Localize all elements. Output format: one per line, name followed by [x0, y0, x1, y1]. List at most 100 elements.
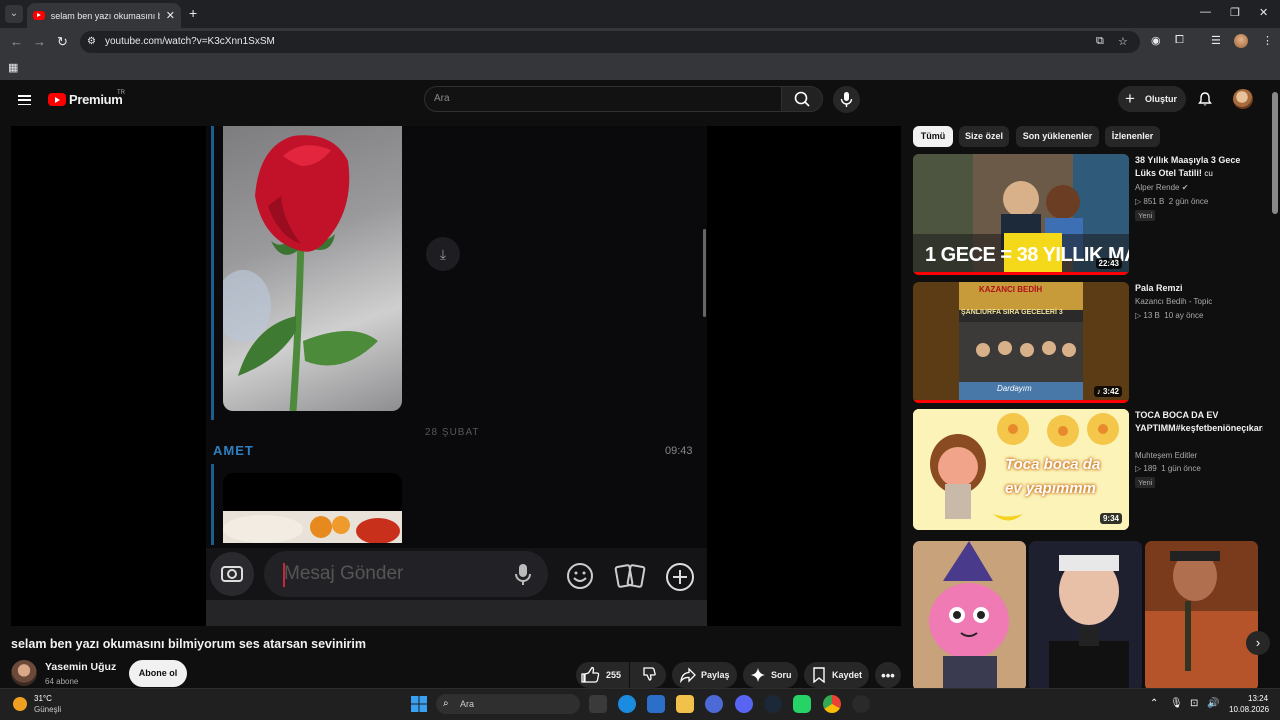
sparkle-icon	[751, 668, 765, 682]
discord-icon[interactable]	[735, 695, 753, 713]
video-frame-bottom	[206, 600, 707, 626]
new-tab-button[interactable]: +	[189, 5, 197, 21]
dislike-button[interactable]	[630, 662, 666, 688]
show-hidden-icons[interactable]: ⌃	[1150, 698, 1158, 709]
short-image	[913, 541, 1026, 691]
chip-for-you[interactable]: Size özel	[959, 126, 1009, 147]
apps-grid-icon[interactable]: ▦	[8, 61, 18, 74]
app-icon[interactable]	[852, 695, 870, 713]
address-bar[interactable]: ⚙ youtube.com/watch?v=K3cXnn1SxSM ⧉ ☆	[80, 31, 1140, 53]
browser-tab[interactable]: selam ben yazı okumasını bilmiyorum ses …	[27, 3, 181, 28]
related-title[interactable]: TOCA BOCA DA EV YAPTIMM#keşfetbeniöneçık…	[1135, 409, 1263, 448]
taskbar-search[interactable]	[436, 694, 580, 714]
edge-browser-icon[interactable]	[618, 695, 636, 713]
microphone-tray-icon[interactable]: 🎙	[1170, 698, 1183, 709]
file-explorer-icon[interactable]	[676, 695, 694, 713]
short-image	[1145, 541, 1258, 691]
search-input[interactable]	[424, 86, 782, 112]
weather-temperature[interactable]: 31°C	[34, 694, 52, 703]
minimize-window-button[interactable]: —	[1200, 6, 1211, 18]
more-actions-button[interactable]: •••	[875, 662, 901, 688]
store-icon[interactable]	[647, 695, 665, 713]
sun-icon[interactable]	[13, 697, 27, 711]
search-icon	[794, 91, 810, 107]
back-button[interactable]: ←	[10, 34, 23, 49]
reading-list-icon[interactable]: ☰	[1211, 34, 1221, 47]
weather-condition[interactable]: Güneşli	[34, 705, 61, 714]
app-icon[interactable]	[705, 695, 723, 713]
related-title[interactable]: Pala Remzi	[1135, 282, 1263, 295]
steam-icon[interactable]	[764, 695, 782, 713]
ask-button[interactable]: Soru	[743, 662, 798, 688]
reply-line	[211, 126, 214, 420]
browser-menu-icon[interactable]: ⋮	[1262, 34, 1273, 47]
clock-date[interactable]: 10.08.2026	[1229, 705, 1269, 714]
chrome-icon[interactable]	[823, 695, 841, 713]
related-stats: ▷ 851 B 2 gün önce	[1135, 197, 1209, 206]
extensions-puzzle-icon[interactable]: ⧠	[1175, 34, 1184, 47]
food-image	[223, 473, 402, 543]
channel-avatar[interactable]	[11, 660, 37, 686]
next-shorts-button[interactable]: ›	[1246, 631, 1270, 655]
share-button[interactable]: Paylaş	[672, 662, 737, 688]
task-view-icon[interactable]	[589, 695, 607, 713]
close-window-button[interactable]: ✕	[1259, 6, 1268, 19]
short-thumbnail[interactable]	[1145, 541, 1258, 691]
clock-time[interactable]: 13:24	[1248, 694, 1268, 703]
related-title[interactable]: 38 Yıllık Maaşıyla 3 Gece Lüks Otel Tati…	[1135, 154, 1263, 180]
add-circle-icon	[665, 562, 695, 598]
channel-name[interactable]: Yasemin Uğuz	[45, 661, 116, 673]
save-button[interactable]: Kaydet	[804, 662, 869, 688]
short-thumbnail[interactable]	[913, 541, 1026, 691]
related-thumbnail[interactable]: Toca boca da ev yapımmm 9:34	[913, 409, 1129, 530]
extension-icon[interactable]: ◉	[1151, 34, 1161, 47]
related-thumbnail[interactable]: KAZANCI BEDİH ŞANLIURFA SIRA GECELERİ 3 …	[913, 282, 1129, 403]
related-thumbnail[interactable]: 1 GECE = 38 YILLIK MAAŞ 22:43	[913, 154, 1129, 275]
notifications-bell-icon[interactable]	[1197, 91, 1213, 107]
install-app-icon[interactable]: ⧉	[1096, 35, 1104, 48]
browser-profile-avatar[interactable]	[1234, 34, 1248, 48]
like-button[interactable]: 255	[576, 662, 629, 688]
thumbs-down-icon	[643, 667, 656, 681]
url-text[interactable]: youtube.com/watch?v=K3cXnn1SxSM	[105, 36, 275, 47]
page-scrollbar-thumb[interactable]	[1272, 92, 1278, 214]
video-duration: 22:43	[1095, 258, 1122, 269]
youtube-logo-icon[interactable]	[48, 93, 66, 106]
network-icon[interactable]: ⊡	[1190, 698, 1198, 709]
reply-line	[211, 464, 214, 545]
related-channel[interactable]: Muhteşem Editler	[1135, 451, 1197, 460]
related-stats: ▷ 189 1 gün önce	[1135, 464, 1201, 473]
chat-timestamp: 09:43	[665, 445, 693, 457]
region-code: TR	[117, 90, 125, 96]
bookmark-star-icon[interactable]: ☆	[1118, 35, 1128, 48]
save-label: Kaydet	[832, 670, 863, 680]
windows-start-icon[interactable]	[410, 695, 428, 713]
menu-icon[interactable]	[18, 95, 31, 106]
more-icon: •••	[881, 667, 895, 683]
tab-search-button[interactable]: ⌄	[5, 5, 23, 23]
search-button[interactable]	[781, 86, 823, 112]
account-avatar[interactable]	[1233, 89, 1253, 109]
plus-icon: +	[1125, 89, 1135, 108]
reload-button[interactable]: ↻	[57, 34, 68, 50]
voice-search-button[interactable]	[833, 86, 860, 113]
maximize-window-button[interactable]: ❐	[1230, 6, 1240, 19]
related-channel[interactable]: Kazancı Bedih - Topic	[1135, 297, 1212, 306]
volume-icon[interactable]: 🔊	[1207, 698, 1219, 709]
subscribe-button[interactable]: Abone ol	[129, 660, 187, 687]
rose-illustration	[223, 135, 378, 411]
related-channel[interactable]: Alper Rende ✔	[1135, 183, 1188, 192]
thumbs-up-icon	[581, 666, 600, 683]
chip-watched[interactable]: İzlenenler	[1105, 126, 1160, 147]
chip-all[interactable]: Tümü	[913, 126, 953, 147]
related-stats: ▷ 13 B 10 ay önce	[1135, 311, 1204, 320]
youtube-premium-logo[interactable]: Premium	[69, 92, 123, 107]
whatsapp-icon[interactable]	[793, 695, 811, 713]
chat-mic-icon	[514, 562, 532, 592]
chip-recent[interactable]: Son yüklenenler	[1016, 126, 1099, 147]
taskbar-search-placeholder: Ara	[460, 699, 475, 709]
short-thumbnail[interactable]	[1029, 541, 1142, 691]
site-info-icon[interactable]: ⚙	[87, 36, 99, 48]
forward-button[interactable]: →	[33, 34, 46, 49]
close-tab-icon[interactable]: ✕	[166, 9, 175, 22]
